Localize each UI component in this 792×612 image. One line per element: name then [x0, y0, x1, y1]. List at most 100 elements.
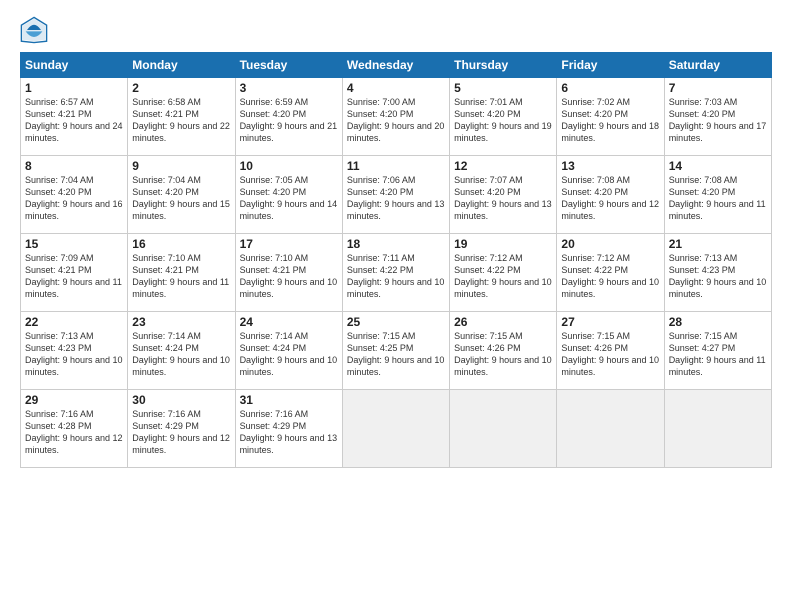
col-monday: Monday [128, 53, 235, 78]
table-cell: 15 Sunrise: 7:09 AM Sunset: 4:21 PM Dayl… [21, 234, 128, 312]
day-info: Sunrise: 7:04 AM Sunset: 4:20 PM Dayligh… [132, 174, 230, 223]
table-cell: 13 Sunrise: 7:08 AM Sunset: 4:20 PM Dayl… [557, 156, 664, 234]
table-cell: 3 Sunrise: 6:59 AM Sunset: 4:20 PM Dayli… [235, 78, 342, 156]
day-info: Sunrise: 7:15 AM Sunset: 4:27 PM Dayligh… [669, 330, 767, 379]
day-info: Sunrise: 7:14 AM Sunset: 4:24 PM Dayligh… [240, 330, 338, 379]
day-info: Sunrise: 7:08 AM Sunset: 4:20 PM Dayligh… [561, 174, 659, 223]
day-info: Sunrise: 7:11 AM Sunset: 4:22 PM Dayligh… [347, 252, 445, 301]
table-cell: 16 Sunrise: 7:10 AM Sunset: 4:21 PM Dayl… [128, 234, 235, 312]
table-cell: 30 Sunrise: 7:16 AM Sunset: 4:29 PM Dayl… [128, 390, 235, 468]
day-info: Sunrise: 6:57 AM Sunset: 4:21 PM Dayligh… [25, 96, 123, 145]
table-cell: 4 Sunrise: 7:00 AM Sunset: 4:20 PM Dayli… [342, 78, 449, 156]
table-row: 1 Sunrise: 6:57 AM Sunset: 4:21 PM Dayli… [21, 78, 772, 156]
day-number: 4 [347, 81, 445, 95]
day-number: 23 [132, 315, 230, 329]
table-cell: 11 Sunrise: 7:06 AM Sunset: 4:20 PM Dayl… [342, 156, 449, 234]
col-saturday: Saturday [664, 53, 771, 78]
day-info: Sunrise: 7:13 AM Sunset: 4:23 PM Dayligh… [669, 252, 767, 301]
day-number: 25 [347, 315, 445, 329]
day-info: Sunrise: 7:15 AM Sunset: 4:26 PM Dayligh… [561, 330, 659, 379]
day-info: Sunrise: 7:00 AM Sunset: 4:20 PM Dayligh… [347, 96, 445, 145]
col-sunday: Sunday [21, 53, 128, 78]
day-number: 21 [669, 237, 767, 251]
table-cell: 14 Sunrise: 7:08 AM Sunset: 4:20 PM Dayl… [664, 156, 771, 234]
day-info: Sunrise: 6:59 AM Sunset: 4:20 PM Dayligh… [240, 96, 338, 145]
day-number: 26 [454, 315, 552, 329]
day-info: Sunrise: 7:16 AM Sunset: 4:29 PM Dayligh… [240, 408, 338, 457]
day-number: 24 [240, 315, 338, 329]
day-info: Sunrise: 7:08 AM Sunset: 4:20 PM Dayligh… [669, 174, 767, 223]
table-cell: 31 Sunrise: 7:16 AM Sunset: 4:29 PM Dayl… [235, 390, 342, 468]
day-number: 12 [454, 159, 552, 173]
table-row: 15 Sunrise: 7:09 AM Sunset: 4:21 PM Dayl… [21, 234, 772, 312]
table-cell: 6 Sunrise: 7:02 AM Sunset: 4:20 PM Dayli… [557, 78, 664, 156]
day-number: 27 [561, 315, 659, 329]
day-info: Sunrise: 7:14 AM Sunset: 4:24 PM Dayligh… [132, 330, 230, 379]
day-number: 29 [25, 393, 123, 407]
day-info: Sunrise: 7:07 AM Sunset: 4:20 PM Dayligh… [454, 174, 552, 223]
day-info: Sunrise: 7:12 AM Sunset: 4:22 PM Dayligh… [561, 252, 659, 301]
table-cell: 22 Sunrise: 7:13 AM Sunset: 4:23 PM Dayl… [21, 312, 128, 390]
day-number: 30 [132, 393, 230, 407]
day-info: Sunrise: 7:15 AM Sunset: 4:26 PM Dayligh… [454, 330, 552, 379]
table-cell: 29 Sunrise: 7:16 AM Sunset: 4:28 PM Dayl… [21, 390, 128, 468]
table-cell: 20 Sunrise: 7:12 AM Sunset: 4:22 PM Dayl… [557, 234, 664, 312]
table-cell: 18 Sunrise: 7:11 AM Sunset: 4:22 PM Dayl… [342, 234, 449, 312]
table-cell: 23 Sunrise: 7:14 AM Sunset: 4:24 PM Dayl… [128, 312, 235, 390]
day-info: Sunrise: 7:10 AM Sunset: 4:21 PM Dayligh… [240, 252, 338, 301]
day-info: Sunrise: 7:15 AM Sunset: 4:25 PM Dayligh… [347, 330, 445, 379]
day-info: Sunrise: 7:16 AM Sunset: 4:28 PM Dayligh… [25, 408, 123, 457]
day-info: Sunrise: 7:03 AM Sunset: 4:20 PM Dayligh… [669, 96, 767, 145]
day-info: Sunrise: 7:02 AM Sunset: 4:20 PM Dayligh… [561, 96, 659, 145]
day-info: Sunrise: 7:13 AM Sunset: 4:23 PM Dayligh… [25, 330, 123, 379]
table-row: 29 Sunrise: 7:16 AM Sunset: 4:28 PM Dayl… [21, 390, 772, 468]
table-cell: 10 Sunrise: 7:05 AM Sunset: 4:20 PM Dayl… [235, 156, 342, 234]
col-thursday: Thursday [450, 53, 557, 78]
day-number: 17 [240, 237, 338, 251]
day-number: 5 [454, 81, 552, 95]
table-cell: 1 Sunrise: 6:57 AM Sunset: 4:21 PM Dayli… [21, 78, 128, 156]
table-cell [557, 390, 664, 468]
table-cell: 21 Sunrise: 7:13 AM Sunset: 4:23 PM Dayl… [664, 234, 771, 312]
day-number: 10 [240, 159, 338, 173]
col-friday: Friday [557, 53, 664, 78]
table-cell: 28 Sunrise: 7:15 AM Sunset: 4:27 PM Dayl… [664, 312, 771, 390]
table-cell: 5 Sunrise: 7:01 AM Sunset: 4:20 PM Dayli… [450, 78, 557, 156]
day-number: 14 [669, 159, 767, 173]
table-row: 22 Sunrise: 7:13 AM Sunset: 4:23 PM Dayl… [21, 312, 772, 390]
day-number: 11 [347, 159, 445, 173]
day-info: Sunrise: 7:01 AM Sunset: 4:20 PM Dayligh… [454, 96, 552, 145]
table-cell: 24 Sunrise: 7:14 AM Sunset: 4:24 PM Dayl… [235, 312, 342, 390]
logo-icon [20, 16, 48, 44]
logo [20, 16, 52, 44]
table-cell: 7 Sunrise: 7:03 AM Sunset: 4:20 PM Dayli… [664, 78, 771, 156]
table-cell: 26 Sunrise: 7:15 AM Sunset: 4:26 PM Dayl… [450, 312, 557, 390]
table-cell: 2 Sunrise: 6:58 AM Sunset: 4:21 PM Dayli… [128, 78, 235, 156]
header [20, 16, 772, 44]
table-cell: 19 Sunrise: 7:12 AM Sunset: 4:22 PM Dayl… [450, 234, 557, 312]
day-number: 7 [669, 81, 767, 95]
col-wednesday: Wednesday [342, 53, 449, 78]
day-number: 19 [454, 237, 552, 251]
table-cell: 8 Sunrise: 7:04 AM Sunset: 4:20 PM Dayli… [21, 156, 128, 234]
day-info: Sunrise: 7:10 AM Sunset: 4:21 PM Dayligh… [132, 252, 230, 301]
day-info: Sunrise: 7:06 AM Sunset: 4:20 PM Dayligh… [347, 174, 445, 223]
day-info: Sunrise: 7:09 AM Sunset: 4:21 PM Dayligh… [25, 252, 123, 301]
table-row: 8 Sunrise: 7:04 AM Sunset: 4:20 PM Dayli… [21, 156, 772, 234]
day-number: 6 [561, 81, 659, 95]
day-number: 13 [561, 159, 659, 173]
table-cell [664, 390, 771, 468]
day-number: 15 [25, 237, 123, 251]
day-number: 3 [240, 81, 338, 95]
table-cell: 25 Sunrise: 7:15 AM Sunset: 4:25 PM Dayl… [342, 312, 449, 390]
table-cell [450, 390, 557, 468]
day-info: Sunrise: 7:05 AM Sunset: 4:20 PM Dayligh… [240, 174, 338, 223]
day-number: 1 [25, 81, 123, 95]
day-number: 18 [347, 237, 445, 251]
table-cell [342, 390, 449, 468]
day-info: Sunrise: 6:58 AM Sunset: 4:21 PM Dayligh… [132, 96, 230, 145]
col-tuesday: Tuesday [235, 53, 342, 78]
day-info: Sunrise: 7:16 AM Sunset: 4:29 PM Dayligh… [132, 408, 230, 457]
day-number: 20 [561, 237, 659, 251]
table-cell: 12 Sunrise: 7:07 AM Sunset: 4:20 PM Dayl… [450, 156, 557, 234]
